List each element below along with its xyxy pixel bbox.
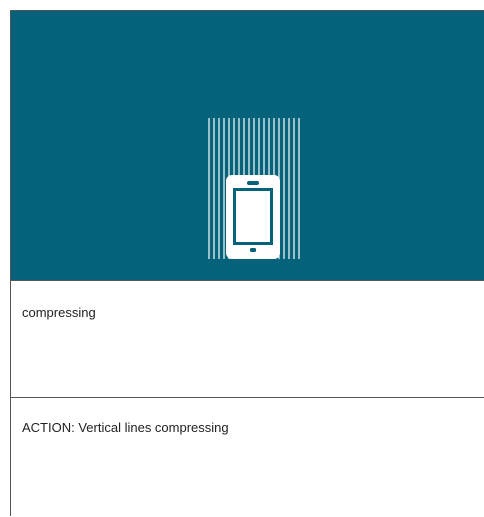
description-row: compressing [11, 281, 484, 398]
action-row: ACTION: Vertical lines compressing [11, 398, 484, 517]
hero-illustration [11, 11, 484, 281]
action-text: ACTION: Vertical lines compressing [22, 420, 229, 435]
smartphone-icon [226, 175, 280, 259]
vertical-lines-graphic [208, 118, 300, 259]
storyboard-card: compressing ACTION: Vertical lines compr… [10, 10, 484, 516]
description-text: compressing [22, 305, 96, 320]
